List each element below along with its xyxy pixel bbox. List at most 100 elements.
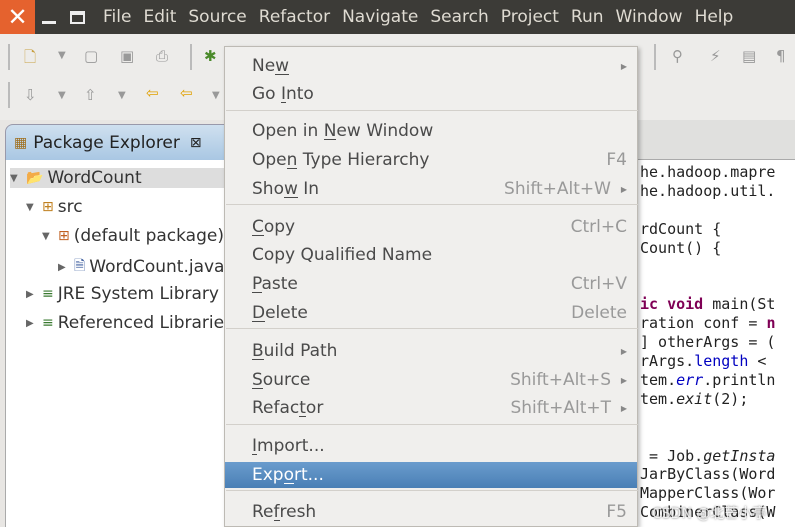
dropdown-icon[interactable]: ▼ (58, 90, 66, 101)
code-token: < (748, 352, 767, 370)
menu-item-label: Export... (252, 465, 324, 485)
previous-annotation-icon[interactable]: ⇧ (84, 86, 97, 104)
context-menu: New ▶ Go Into Open in New Window Open Type H… (224, 46, 638, 527)
maximize-button[interactable] (63, 0, 91, 34)
submenu-arrow-icon: ▶ (620, 61, 627, 71)
menu-item-shortcut: Delete (571, 303, 627, 323)
menu-item-label: Refactor (252, 398, 324, 418)
tree-node-label: JRE System Library (57, 284, 219, 304)
menu-refactor[interactable]: Refactor (259, 7, 330, 27)
menu-item-label: Open in New Window (252, 121, 434, 141)
code-token: he.hadoop.util. (640, 181, 776, 200)
code-token: (2); (712, 389, 749, 408)
code-line: Count() { (640, 239, 721, 257)
menu-separator (226, 328, 638, 329)
dropdown-icon[interactable]: ▼ (212, 90, 220, 101)
menu-project[interactable]: Project (501, 7, 559, 27)
save-icon[interactable]: ▢ (84, 47, 98, 65)
menu-item-export[interactable]: Export... (225, 462, 637, 488)
menu-item-shortcut: Ctrl+V (570, 274, 627, 294)
mnemonic-underline (280, 102, 286, 103)
editor-tab-area (620, 120, 795, 160)
code-token: Count() { (640, 238, 722, 257)
menu-item-new[interactable]: New ▶ (225, 53, 637, 79)
menu-item-delete[interactable]: Delete Delete (225, 300, 637, 326)
tree-node[interactable]: ▼ ⊞ src (26, 197, 83, 217)
expanded-arrow-icon[interactable]: ▼ (42, 231, 54, 242)
menu-item-show-in[interactable]: Show In Shift+Alt+W ▶ (225, 176, 637, 202)
menu-item-shortcut: Shift+Alt+T (510, 398, 611, 418)
expanded-arrow-icon[interactable]: ▼ (10, 173, 22, 184)
menu-item-label: Show In (252, 179, 320, 199)
menu-item-open-type-hierarchy[interactable]: Open Type Hierarchy F4 (225, 147, 637, 173)
code-token: length (694, 352, 749, 370)
menu-help[interactable]: Help (695, 7, 734, 27)
menu-item-copy[interactable]: Copy Ctrl+C (225, 214, 637, 240)
dropdown-icon[interactable]: ▼ (58, 50, 66, 61)
collapsed-arrow-icon[interactable]: ▶ (58, 262, 70, 273)
close-window-button[interactable]: ✕ (0, 0, 35, 34)
menu-item-refactor[interactable]: Refactor Shift+Alt+T ▶ (225, 395, 637, 421)
menu-source[interactable]: Source (188, 7, 246, 27)
open-perspective-icon[interactable]: ⚲ (672, 47, 683, 65)
minimize-button[interactable] (35, 0, 63, 34)
menu-item-source[interactable]: Source Shift+Alt+S ▶ (225, 367, 637, 393)
package-icon: ⊞ (58, 228, 70, 244)
close-view-icon[interactable]: ⊠ (190, 135, 202, 151)
tree-node[interactable]: ▶ ≡ Referenced Libraries (26, 313, 233, 333)
mnemonic-underline (283, 483, 294, 484)
tree-node[interactable]: ▶ ≡ JRE System Library (26, 284, 219, 304)
java-project-icon: 📂 (26, 170, 44, 186)
menu-navigate[interactable]: Navigate (342, 7, 418, 27)
mnemonic-underline (273, 520, 280, 521)
code-token: n (766, 314, 776, 333)
mnemonic-underline (299, 416, 306, 417)
mnemonic-underline (252, 321, 266, 322)
code-token: ic (640, 295, 668, 314)
collapsed-arrow-icon[interactable]: ▶ (26, 289, 38, 300)
debug-icon[interactable]: ✱ (204, 47, 217, 65)
menu-item-refresh[interactable]: Refresh F5 (225, 499, 637, 525)
code-line: he.hadoop.util. (640, 182, 775, 200)
menu-search[interactable]: Search (430, 7, 488, 27)
menu-window[interactable]: Window (616, 7, 683, 27)
menu-item-label: New (252, 56, 290, 76)
code-token: getInsta (703, 446, 776, 465)
menu-separator (226, 204, 638, 205)
menu-file[interactable]: File (103, 7, 131, 27)
menu-item-open-in-new-window[interactable]: Open in New Window (225, 118, 637, 144)
menu-item-go-into[interactable]: Go Into (225, 81, 637, 107)
show-whitespace-icon[interactable]: ¶ (776, 47, 786, 65)
menu-item-build-path[interactable]: Build Path ▶ (225, 338, 637, 364)
mnemonic-underline (252, 235, 264, 236)
expanded-arrow-icon[interactable]: ▼ (26, 202, 38, 213)
code-line: = Job.getInsta (640, 447, 775, 465)
last-edit-location-icon[interactable]: ⇦ (146, 84, 159, 102)
package-tree: ▼ 📂 WordCount ▼ ⊞ src ▼ ⊞ (default package) ▶ 🗎 Wor… (5, 160, 235, 527)
save-all-icon[interactable]: ▣ (120, 47, 134, 65)
package-explorer-tab[interactable]: ▦ Package Explorer ⊠ (5, 124, 235, 160)
package-explorer-icon: ▦ (14, 134, 28, 151)
menu-item-label: Open Type Hierarchy (252, 150, 430, 170)
tree-node[interactable]: ▼ ⊞ (default package) (42, 226, 224, 246)
menu-item-copy-qualified-name[interactable]: Copy Qualified Name (225, 242, 637, 268)
new-wizard-icon[interactable]: 🗋 (24, 47, 36, 72)
next-annotation-icon[interactable]: ⇩ (24, 86, 37, 104)
menu-item-import[interactable]: Import... (225, 433, 637, 459)
back-icon[interactable]: ⇦ (180, 84, 193, 102)
menu-edit[interactable]: Edit (143, 7, 176, 27)
collapsed-arrow-icon[interactable]: ▶ (26, 318, 38, 329)
code-token: exit (676, 389, 713, 408)
tree-node[interactable]: ▼ 📂 WordCount (10, 168, 235, 188)
code-token: main(St (703, 295, 776, 314)
menu-item-paste[interactable]: Paste Ctrl+V (225, 271, 637, 297)
toggle-mark-icon[interactable]: ⚡ (710, 47, 721, 65)
menu-run[interactable]: Run (571, 7, 604, 27)
tree-node[interactable]: ▶ 🗎 WordCount.java (58, 255, 224, 279)
code-token: tem. (640, 389, 677, 408)
code-token: rArgs. (640, 352, 695, 370)
block-selection-icon[interactable]: ▤ (742, 47, 756, 65)
print-icon[interactable]: ⎙ (156, 47, 168, 65)
package-explorer-title: Package Explorer (33, 132, 180, 153)
dropdown-icon[interactable]: ▼ (118, 90, 126, 101)
